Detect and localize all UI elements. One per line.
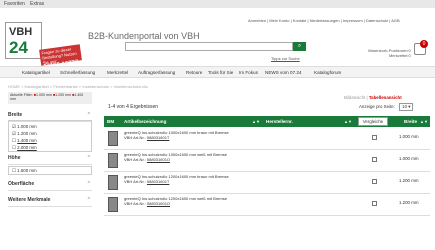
table-row: greenteQ Ins.schutzrollo 1000x1600 mm we…	[104, 150, 430, 172]
browser-menu-bar: Favoriten Extras	[0, 0, 435, 8]
nav-item-news[interactable]: NEWS vom 07.24	[265, 70, 302, 75]
compare-button[interactable]: Vergleiche	[358, 117, 388, 126]
view-tabellenansicht-link[interactable]: Tabellenansicht	[369, 95, 402, 100]
menu-extras[interactable]: Extras	[30, 1, 44, 7]
search-button[interactable]: ⌕	[293, 42, 306, 51]
sort-icon[interactable]: ▲▼	[420, 119, 428, 124]
logo-text-24: 24	[9, 38, 28, 57]
col-header-bm: BM	[107, 119, 115, 124]
compare-checkbox[interactable]	[372, 157, 377, 162]
nav-item-schnellerfassung[interactable]: Schnellerfassung	[60, 70, 95, 75]
vbh-logo[interactable]: VBH 24	[5, 22, 42, 59]
facet-breite-title: Breite	[8, 112, 23, 118]
product-image[interactable]	[108, 131, 118, 146]
nav-item-katalogartikel[interactable]: Katalogartikel	[22, 70, 50, 75]
page-size-select[interactable]: 10 ▾	[399, 103, 414, 111]
cart-info[interactable]: Warenkorb-Positionen:0 Merkzettel:0	[368, 48, 411, 58]
table-row: greenteQ Ins.schutzrollo 1200x1600 mm we…	[104, 194, 430, 216]
nav-item-katalogforum[interactable]: Katalogforum	[314, 70, 341, 75]
article-number-link[interactable]: 588031601T	[147, 179, 169, 184]
menu-favoriten[interactable]: Favoriten	[4, 1, 25, 7]
view-switcher: Bildansicht | Tabellenansicht	[344, 95, 402, 100]
article-number-label: VBH Art-Nr.:	[124, 178, 146, 184]
breite-value: 1.000 mm	[399, 134, 419, 139]
product-image[interactable]	[108, 197, 118, 212]
chevron-up-icon[interactable]: ^	[88, 155, 90, 161]
col-header-breite[interactable]: Breite	[404, 119, 417, 124]
search-input[interactable]	[125, 42, 293, 51]
article-number-link[interactable]: 588031601O	[147, 157, 170, 162]
table-row: greenteQ Ins.schutzrollo 1000x1600 mm br…	[104, 128, 430, 150]
nav-item-merkzettel[interactable]: Merkzettel	[107, 70, 128, 75]
breite-option[interactable]: ☑ 1.000 mm	[12, 123, 88, 130]
article-number-label: VBH Art-Nr.:	[124, 134, 146, 140]
chevron-icon[interactable]: ^	[88, 181, 90, 187]
wishlist-count: Merkzettel:0	[388, 53, 411, 58]
filter-chip[interactable]: 1.000 mm	[36, 93, 52, 97]
breite-option-label: 1.400 mm	[17, 138, 37, 143]
active-filters: Aktuelle Filter: ■1.000 mm ■1.200 mm ■1.…	[8, 92, 92, 104]
nav-item-auftragserfassung[interactable]: Auftragserfassung	[138, 70, 175, 75]
checkbox-checked-icon[interactable]: ☑	[12, 131, 16, 136]
search-icon: ⌕	[297, 43, 302, 49]
main-navigation: Katalogartikel Schnellerfassung Merkzett…	[0, 66, 435, 78]
breite-option[interactable]: ☐ 2.000 mm	[12, 144, 88, 151]
article-number-link[interactable]: 588031601T	[147, 135, 169, 140]
article-number-label: VBH Art-Nr.:	[124, 200, 146, 206]
checkbox-icon[interactable]: ☐	[12, 145, 16, 150]
cart-badge: 0	[420, 40, 428, 48]
search-tips-link[interactable]: Tipps zur Suche	[271, 56, 300, 61]
portal-title: B2B-Kundenportal von VBH	[88, 31, 200, 41]
article-number-label: VBH Art-Nr.:	[124, 156, 146, 162]
nav-item-im-fokus[interactable]: Im Fokus	[239, 70, 258, 75]
facet-weitere-title: Weitere Merkmale	[8, 197, 51, 203]
page-size-value: 10	[402, 104, 408, 109]
chevron-icon[interactable]: ^	[88, 197, 90, 203]
header-links[interactable]: Anmelden | Mein Konto | Kontakt | Nieder…	[248, 18, 400, 23]
breite-option[interactable]: ☐ 1.400 mm	[12, 137, 88, 144]
compare-checkbox[interactable]	[372, 179, 377, 184]
chevron-down-icon: ▾	[408, 104, 411, 109]
sort-icon[interactable]: ▲▼	[344, 119, 352, 124]
breite-option-label: 1.200 mm	[17, 131, 37, 136]
phone-stamp: Fragen zu dieser Bestellung? Nutzen Sie …	[39, 44, 82, 70]
breite-value: 1.000 mm	[399, 156, 419, 161]
filter-chip[interactable]: 1.200 mm	[55, 93, 71, 97]
checkbox-icon[interactable]: ☐	[12, 138, 16, 143]
breadcrumb[interactable]: HOME > Katalogartikel > Fensterbänke > I…	[8, 84, 148, 89]
facet-hoehe-title: Höhe	[8, 155, 21, 161]
facet-oberflaeche-title: Oberfläche	[8, 181, 35, 187]
article-number-link[interactable]: 588031601O	[147, 201, 170, 206]
table-row: greenteQ Ins.schutzrollo 1200x1600 mm br…	[104, 172, 430, 194]
checkbox-checked-icon[interactable]: ☑	[12, 124, 16, 129]
breite-option[interactable]: ☑ 1.200 mm	[12, 130, 88, 137]
compare-checkbox[interactable]	[372, 135, 377, 140]
breite-option-label: 1.000 mm	[17, 124, 37, 129]
breite-option-label: 2.000 mm	[17, 145, 37, 150]
view-bildansicht-link[interactable]: Bildansicht	[344, 95, 365, 100]
facet-oberflaeche[interactable]: Oberfläche ^	[8, 177, 92, 191]
breite-value: 1.200 mm	[399, 200, 419, 205]
facet-hoehe[interactable]: Höhe ^	[8, 153, 92, 165]
product-image[interactable]	[108, 153, 118, 168]
nav-item-tools[interactable]: Tools für Sie	[208, 70, 233, 75]
chevron-up-icon[interactable]: ^	[88, 112, 90, 118]
page-size-label: Anzeige pro Seite:	[359, 104, 395, 109]
logo-text-vbh: VBH	[9, 26, 33, 38]
nav-item-retoure[interactable]: Retoure	[186, 70, 202, 75]
compare-checkbox[interactable]	[372, 201, 377, 206]
col-header-hersteller[interactable]: Herstellernr.	[266, 119, 293, 124]
breite-options: ☑ 1.000 mm ☑ 1.200 mm ☐ 1.400 mm ☐ 2.000…	[8, 120, 92, 152]
product-image[interactable]	[108, 175, 118, 190]
sort-icon[interactable]: ▲▼	[252, 119, 260, 124]
hoehe-option[interactable]: ☐ 1.600 mm	[8, 166, 92, 175]
facet-weitere-merkmale[interactable]: Weitere Merkmale ^	[8, 193, 92, 207]
result-count: 1-4 von 4 Ergebnissen	[108, 104, 159, 110]
checkbox-icon[interactable]: ☐	[12, 168, 16, 173]
hoehe-option-label: 1.600 mm	[17, 168, 37, 173]
breite-value: 1.200 mm	[399, 178, 419, 183]
col-header-artikel[interactable]: Artikelbezeichnung	[124, 119, 166, 124]
page-size-control: Anzeige pro Seite: 10 ▾	[359, 103, 414, 111]
